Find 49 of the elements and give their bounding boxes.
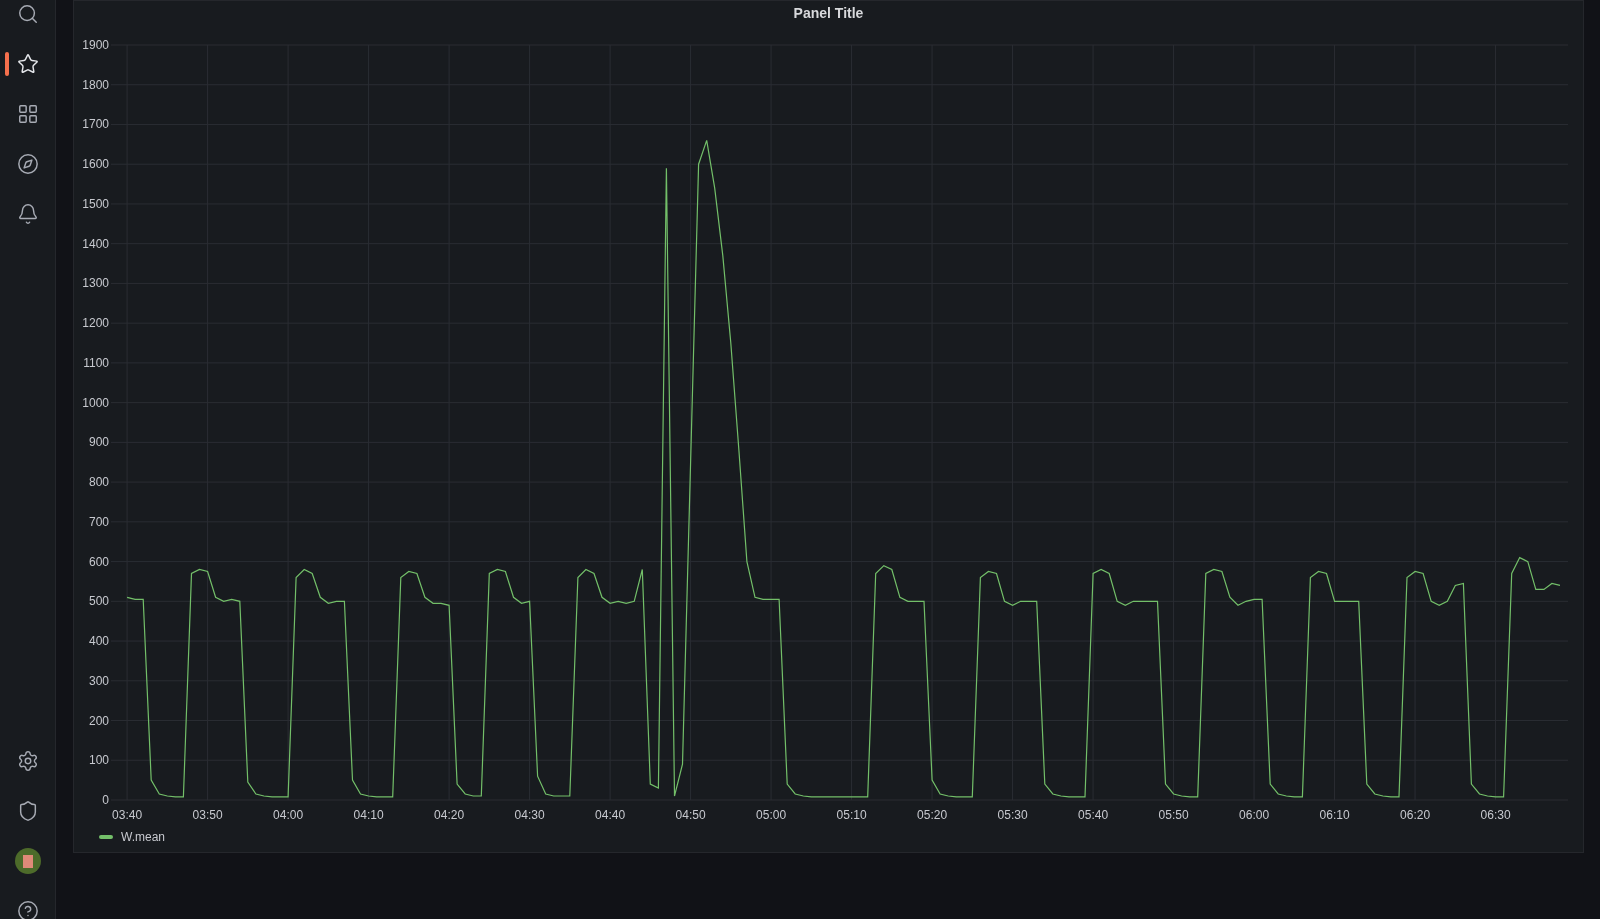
axis-label: 03:50: [192, 808, 223, 822]
panel-title: Panel Title: [793, 3, 864, 23]
axis-label: 900: [88, 435, 109, 450]
axis-label: 04:20: [434, 808, 465, 822]
axis-label: 06:20: [1400, 808, 1431, 822]
axis-label: 06:00: [1239, 808, 1270, 822]
axis-label: 1500: [82, 196, 109, 211]
axis-label: 04:10: [353, 808, 384, 822]
axis-label: 05:00: [756, 808, 787, 822]
axis-label: 04:50: [675, 808, 706, 822]
axis-label: 300: [88, 673, 109, 688]
legend-label[interactable]: W.mean: [121, 828, 165, 846]
axis-label: 1400: [82, 236, 109, 251]
grid-icon[interactable]: [16, 103, 39, 125]
axis-label: 1300: [82, 276, 109, 291]
axis-label: 700: [88, 514, 109, 529]
bell-icon[interactable]: [16, 203, 39, 225]
axis-label: 06:10: [1319, 808, 1350, 822]
axis-label: 600: [88, 554, 109, 569]
axis-label: 0: [102, 793, 109, 807]
axis-label: 400: [88, 634, 109, 649]
axis-label: 500: [88, 594, 109, 609]
axis-label: 05:50: [1158, 808, 1189, 822]
axis-label: 1200: [82, 316, 109, 331]
axis-label: 03:40: [112, 808, 143, 822]
axis-label: 800: [88, 475, 109, 490]
axis-label: 04:40: [595, 808, 626, 822]
avatar-icon[interactable]: [14, 848, 41, 874]
axis-label: 05:30: [997, 808, 1028, 822]
axis-label: 05:20: [917, 808, 948, 822]
axis-label: 1100: [83, 355, 109, 370]
axis-label: 04:00: [273, 808, 304, 822]
search-icon[interactable]: [16, 3, 39, 25]
axis-label: 1600: [82, 157, 109, 172]
axis-label: 1800: [82, 77, 109, 92]
axis-label: 1700: [82, 117, 109, 132]
axis-label: 05:40: [1078, 808, 1109, 822]
axis-label: 200: [88, 713, 109, 728]
help-icon[interactable]: [16, 900, 39, 919]
axis-label: 06:30: [1480, 808, 1511, 822]
star-icon[interactable]: [16, 53, 39, 75]
axis-label: 1900: [82, 38, 109, 52]
axis-label: 1000: [82, 395, 109, 410]
axis-label: 04:30: [514, 808, 545, 822]
axis-label: 100: [88, 753, 109, 768]
compass-icon[interactable]: [16, 153, 39, 175]
settings-icon[interactable]: [16, 750, 39, 772]
axis-label: 05:10: [836, 808, 867, 822]
legend-swatch: [99, 835, 113, 839]
